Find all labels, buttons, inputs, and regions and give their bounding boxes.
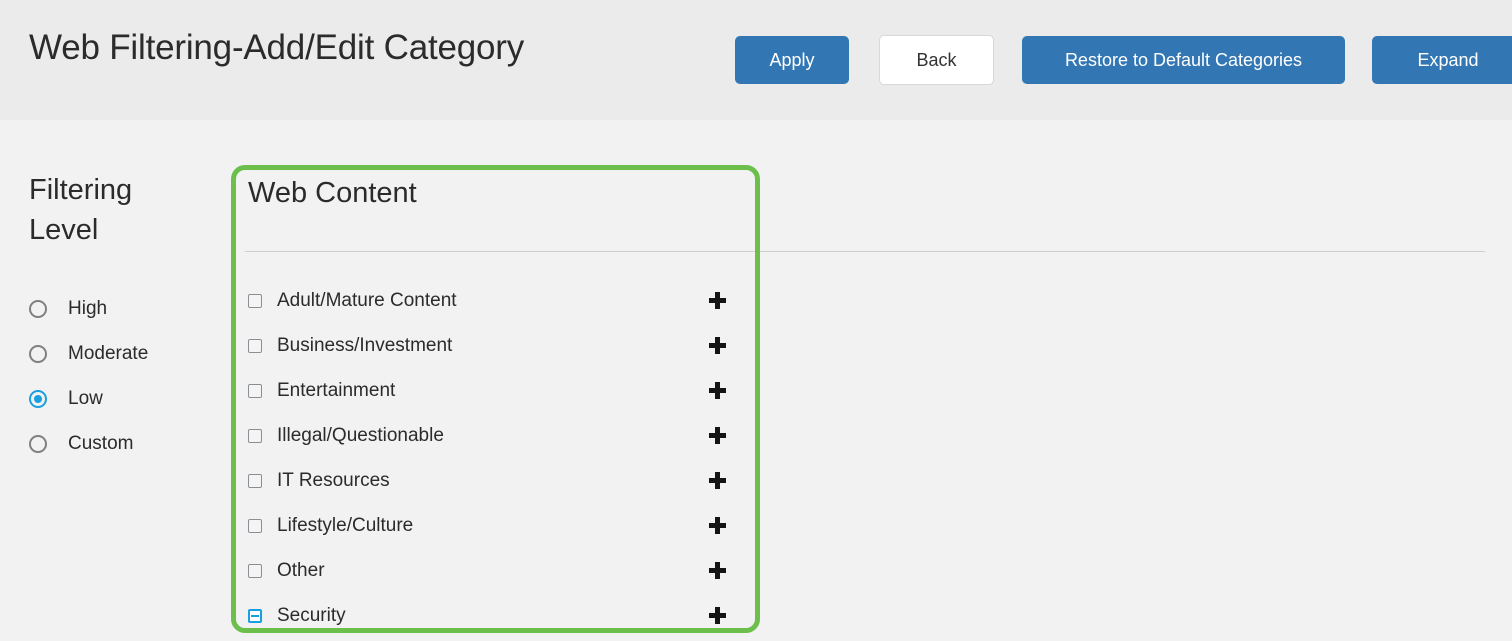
category-label: Business/Investment — [277, 335, 707, 357]
plus-icon[interactable] — [707, 425, 729, 447]
plus-icon[interactable] — [707, 380, 729, 402]
category-row-it-resources[interactable]: IT Resources — [248, 458, 729, 503]
category-label: IT Resources — [277, 470, 707, 492]
web-content-category-list: Adult/Mature Content Business/Investment… — [248, 278, 729, 638]
radio-option-high[interactable]: High — [29, 286, 219, 331]
category-row-illegal-questionable[interactable]: Illegal/Questionable — [248, 413, 729, 458]
radio-icon — [29, 300, 47, 318]
plus-icon[interactable] — [707, 605, 729, 627]
plus-icon[interactable] — [707, 290, 729, 312]
category-label: Lifestyle/Culture — [277, 515, 707, 537]
filtering-level-radio-group: High Moderate Low Custom — [29, 286, 219, 466]
checkbox-unchecked-icon[interactable] — [248, 339, 262, 353]
plus-icon[interactable] — [707, 515, 729, 537]
checkbox-unchecked-icon[interactable] — [248, 294, 262, 308]
web-content-title: Web Content — [248, 175, 744, 211]
radio-option-custom[interactable]: Custom — [29, 421, 219, 466]
radio-option-moderate[interactable]: Moderate — [29, 331, 219, 376]
restore-to-default-categories-button[interactable]: Restore to Default Categories — [1022, 36, 1345, 84]
radio-label: Moderate — [68, 343, 148, 365]
radio-option-low[interactable]: Low — [29, 376, 219, 421]
radio-label: Low — [68, 388, 103, 410]
page-title: Web Filtering-Add/Edit Category — [29, 28, 524, 68]
category-label: Adult/Mature Content — [277, 290, 707, 312]
category-label: Illegal/Questionable — [277, 425, 707, 447]
expand-button[interactable]: Expand — [1372, 36, 1512, 84]
radio-label: Custom — [68, 433, 133, 455]
radio-label: High — [68, 298, 107, 320]
plus-icon[interactable] — [707, 560, 729, 582]
checkbox-unchecked-icon[interactable] — [248, 519, 262, 533]
category-row-entertainment[interactable]: Entertainment — [248, 368, 729, 413]
category-label: Other — [277, 560, 707, 582]
checkbox-indeterminate-icon[interactable] — [248, 609, 262, 623]
section-divider — [245, 251, 1485, 252]
web-content-panel: Web Content — [248, 175, 744, 211]
category-row-business-investment[interactable]: Business/Investment — [248, 323, 729, 368]
radio-icon — [29, 345, 47, 363]
category-row-other[interactable]: Other — [248, 548, 729, 593]
filtering-level-panel: Filtering Level High Moderate Low Custom — [29, 170, 219, 466]
category-row-adult-mature-content[interactable]: Adult/Mature Content — [248, 278, 729, 323]
radio-icon — [29, 435, 47, 453]
category-row-security[interactable]: Security — [248, 593, 729, 638]
category-row-lifestyle-culture[interactable]: Lifestyle/Culture — [248, 503, 729, 548]
checkbox-unchecked-icon[interactable] — [248, 384, 262, 398]
apply-button[interactable]: Apply — [735, 36, 849, 84]
plus-icon[interactable] — [707, 470, 729, 492]
checkbox-unchecked-icon[interactable] — [248, 564, 262, 578]
page-header-bar: Web Filtering-Add/Edit Category Apply Ba… — [0, 0, 1512, 120]
checkbox-unchecked-icon[interactable] — [248, 474, 262, 488]
category-label: Security — [277, 605, 707, 627]
plus-icon[interactable] — [707, 335, 729, 357]
checkbox-unchecked-icon[interactable] — [248, 429, 262, 443]
filtering-level-title: Filtering Level — [29, 170, 169, 250]
back-button[interactable]: Back — [879, 35, 994, 85]
radio-selected-icon — [29, 390, 47, 408]
category-label: Entertainment — [277, 380, 707, 402]
